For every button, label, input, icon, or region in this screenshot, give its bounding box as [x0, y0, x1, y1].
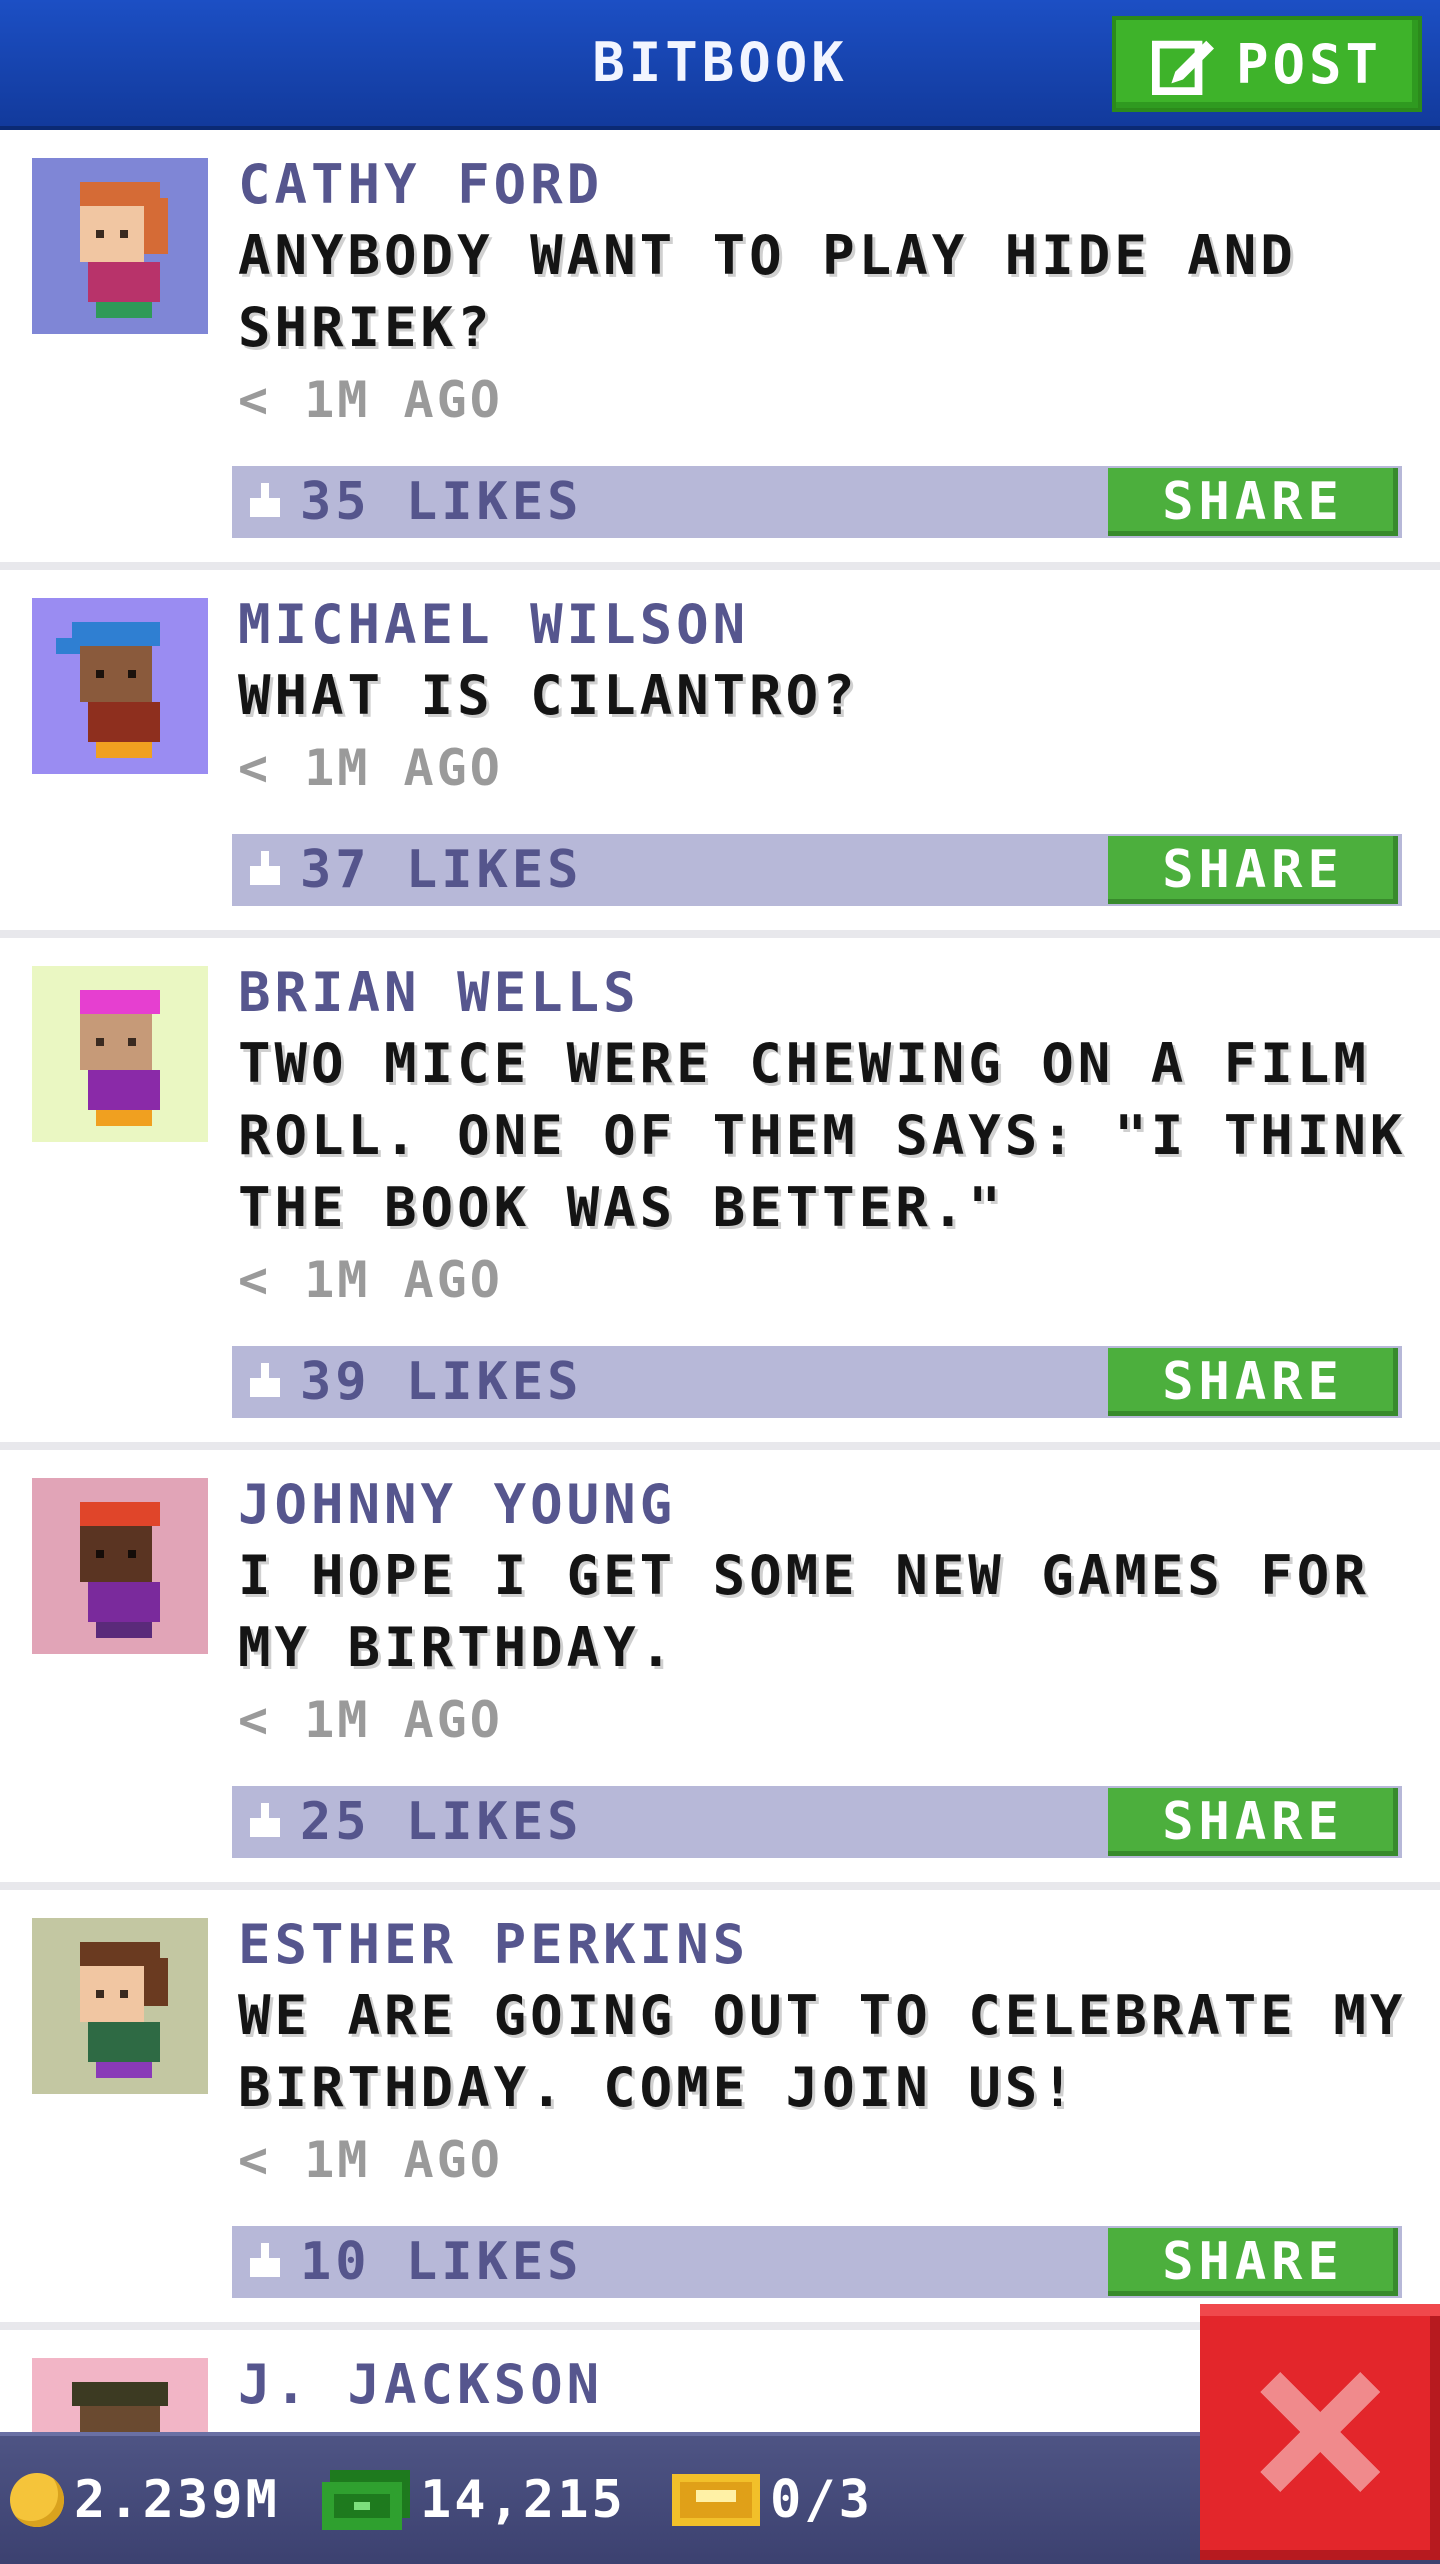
post-message: TWO MICE WERE CHEWING ON A FILM ROLL. ON…: [238, 1032, 1407, 1239]
post-action-bar: 39 LIKES SHARE: [232, 1346, 1402, 1418]
share-button[interactable]: SHARE: [1108, 2228, 1398, 2296]
coin-amount: 2.239M: [74, 2470, 280, 2530]
avatar: [32, 158, 208, 334]
post-time: < 1M AGO: [238, 1251, 503, 1309]
compose-icon: [1151, 40, 1214, 95]
post-action-bar: 10 LIKES SHARE: [232, 2226, 1402, 2298]
like-count: 39 LIKES: [300, 1352, 583, 1412]
post-item: MICHAEL WILSON WHAT IS CILANTRO? < 1M AG…: [0, 570, 1440, 938]
like-button[interactable]: 10 LIKES: [232, 2226, 1082, 2298]
post-message: I HOPE I GET SOME NEW GAMES FOR MY BIRTH…: [238, 1544, 1370, 1679]
cash-icon: [322, 2470, 410, 2530]
post-item: CATHY FORD ANYBODY WANT TO PLAY HIDE AND…: [0, 130, 1440, 570]
post-author[interactable]: CATHY FORD: [238, 150, 1416, 220]
share-button[interactable]: SHARE: [1108, 836, 1398, 904]
like-button[interactable]: 37 LIKES: [232, 834, 1082, 906]
post-message: ANYBODY WANT TO PLAY HIDE AND SHRIEK?: [238, 224, 1297, 359]
post-time: < 1M AGO: [238, 371, 503, 429]
avatar: [32, 598, 208, 774]
post-feed: CATHY FORD ANYBODY WANT TO PLAY HIDE AND…: [0, 130, 1440, 2534]
like-count: 35 LIKES: [300, 472, 583, 532]
thumbs-up-icon: [249, 1803, 281, 1838]
cash-balance: 14,215: [322, 2436, 626, 2564]
post-time: < 1M AGO: [238, 1691, 503, 1749]
close-button[interactable]: [1200, 2304, 1440, 2560]
ticket-count: 0/3: [672, 2436, 873, 2564]
avatar: [32, 1918, 208, 2094]
post-action-bar: 37 LIKES SHARE: [232, 834, 1402, 906]
ticket-icon: [672, 2474, 760, 2526]
post-item: JOHNNY YOUNG I HOPE I GET SOME NEW GAMES…: [0, 1450, 1440, 1890]
app-header: BITBOOK POST: [0, 0, 1440, 130]
like-button[interactable]: 39 LIKES: [232, 1346, 1082, 1418]
post-author[interactable]: BRIAN WELLS: [238, 958, 1416, 1028]
post-message: WHAT IS CILANTRO?: [238, 664, 859, 727]
post-button-label: POST: [1235, 32, 1383, 96]
coin-balance: 2.239M: [10, 2436, 280, 2564]
thumbs-up-icon: [249, 851, 281, 886]
like-count: 10 LIKES: [300, 2232, 583, 2292]
thumbs-up-icon: [249, 483, 281, 518]
like-count: 37 LIKES: [300, 840, 583, 900]
post-time: < 1M AGO: [238, 739, 503, 797]
close-icon: [1260, 2372, 1380, 2492]
post-item: ESTHER PERKINS WE ARE GOING OUT TO CELEB…: [0, 1890, 1440, 2330]
share-button[interactable]: SHARE: [1108, 1348, 1398, 1416]
post-action-bar: 25 LIKES SHARE: [232, 1786, 1402, 1858]
post-item: BRIAN WELLS TWO MICE WERE CHEWING ON A F…: [0, 938, 1440, 1450]
coin-icon: [10, 2473, 64, 2527]
share-button[interactable]: SHARE: [1108, 468, 1398, 536]
post-button[interactable]: POST: [1112, 16, 1422, 112]
post-action-bar: 35 LIKES SHARE: [232, 466, 1402, 538]
like-button[interactable]: 35 LIKES: [232, 466, 1082, 538]
thumbs-up-icon: [249, 2243, 281, 2278]
ticket-amount: 0/3: [770, 2470, 873, 2530]
post-time: < 1M AGO: [238, 2131, 503, 2189]
share-button[interactable]: SHARE: [1108, 1788, 1398, 1856]
thumbs-up-icon: [249, 1363, 281, 1398]
post-author[interactable]: JOHNNY YOUNG: [238, 1470, 1416, 1540]
post-message: WE ARE GOING OUT TO CELEBRATE MY BIRTHDA…: [238, 1984, 1407, 2119]
avatar: [32, 1478, 208, 1654]
avatar: [32, 966, 208, 1142]
like-count: 25 LIKES: [300, 1792, 583, 1852]
like-button[interactable]: 25 LIKES: [232, 1786, 1082, 1858]
post-author[interactable]: MICHAEL WILSON: [238, 590, 1416, 660]
post-author[interactable]: ESTHER PERKINS: [238, 1910, 1416, 1980]
cash-amount: 14,215: [420, 2470, 626, 2530]
